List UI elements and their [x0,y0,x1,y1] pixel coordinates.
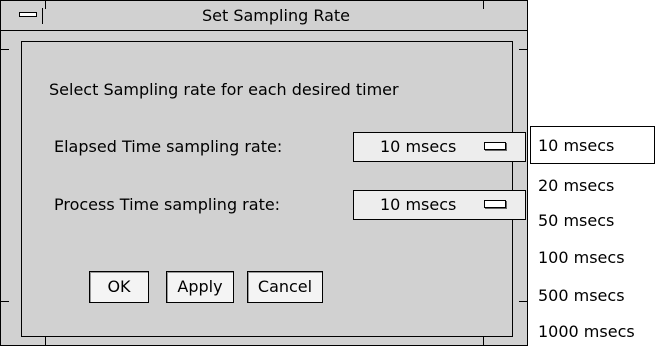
window-menu-button[interactable] [7,8,43,24]
resize-tick [1,49,9,50]
dropdown-option[interactable]: 1000 msecs [538,322,635,342]
resize-tick [45,337,46,346]
cancel-button[interactable]: Cancel [247,271,323,303]
resize-tick [1,301,9,302]
dropdown-option[interactable]: 10 msecs [538,136,614,156]
dropdown-option[interactable]: 500 msecs [538,286,625,306]
process-rate-value: 10 msecs [380,195,457,214]
resize-tick [519,301,527,302]
process-rate-select[interactable]: 10 msecs [353,190,526,220]
ok-button[interactable]: OK [89,271,149,303]
content-panel: Select Sampling rate for each desired ti… [21,41,526,337]
menu-indicator-icon [484,142,506,150]
resize-tick [45,1,46,9]
dropdown-option[interactable]: 50 msecs [538,211,614,231]
elapsed-rate-select[interactable]: 10 msecs [353,132,526,162]
title-bar[interactable]: Set Sampling Rate [1,1,527,31]
dropdown-option[interactable]: 20 msecs [538,176,614,196]
process-rate-label: Process Time sampling rate: [54,195,281,214]
sampling-rate-dropdown: 10 msecs 20 msecs 50 msecs 100 msecs 500… [530,125,655,347]
dropdown-option[interactable]: 100 msecs [538,248,625,268]
elapsed-rate-label: Elapsed Time sampling rate: [54,137,283,156]
window-title: Set Sampling Rate [201,6,351,25]
elapsed-rate-value: 10 msecs [380,137,457,156]
apply-button[interactable]: Apply [166,271,234,303]
resize-tick [483,1,484,9]
dialog-window: Set Sampling Rate Select Sampling rate f… [0,0,528,346]
resize-tick [483,337,484,346]
resize-tick [519,49,527,50]
menu-indicator-icon [484,200,506,208]
instruction-text: Select Sampling rate for each desired ti… [49,80,399,99]
window-menu-icon [19,12,37,17]
